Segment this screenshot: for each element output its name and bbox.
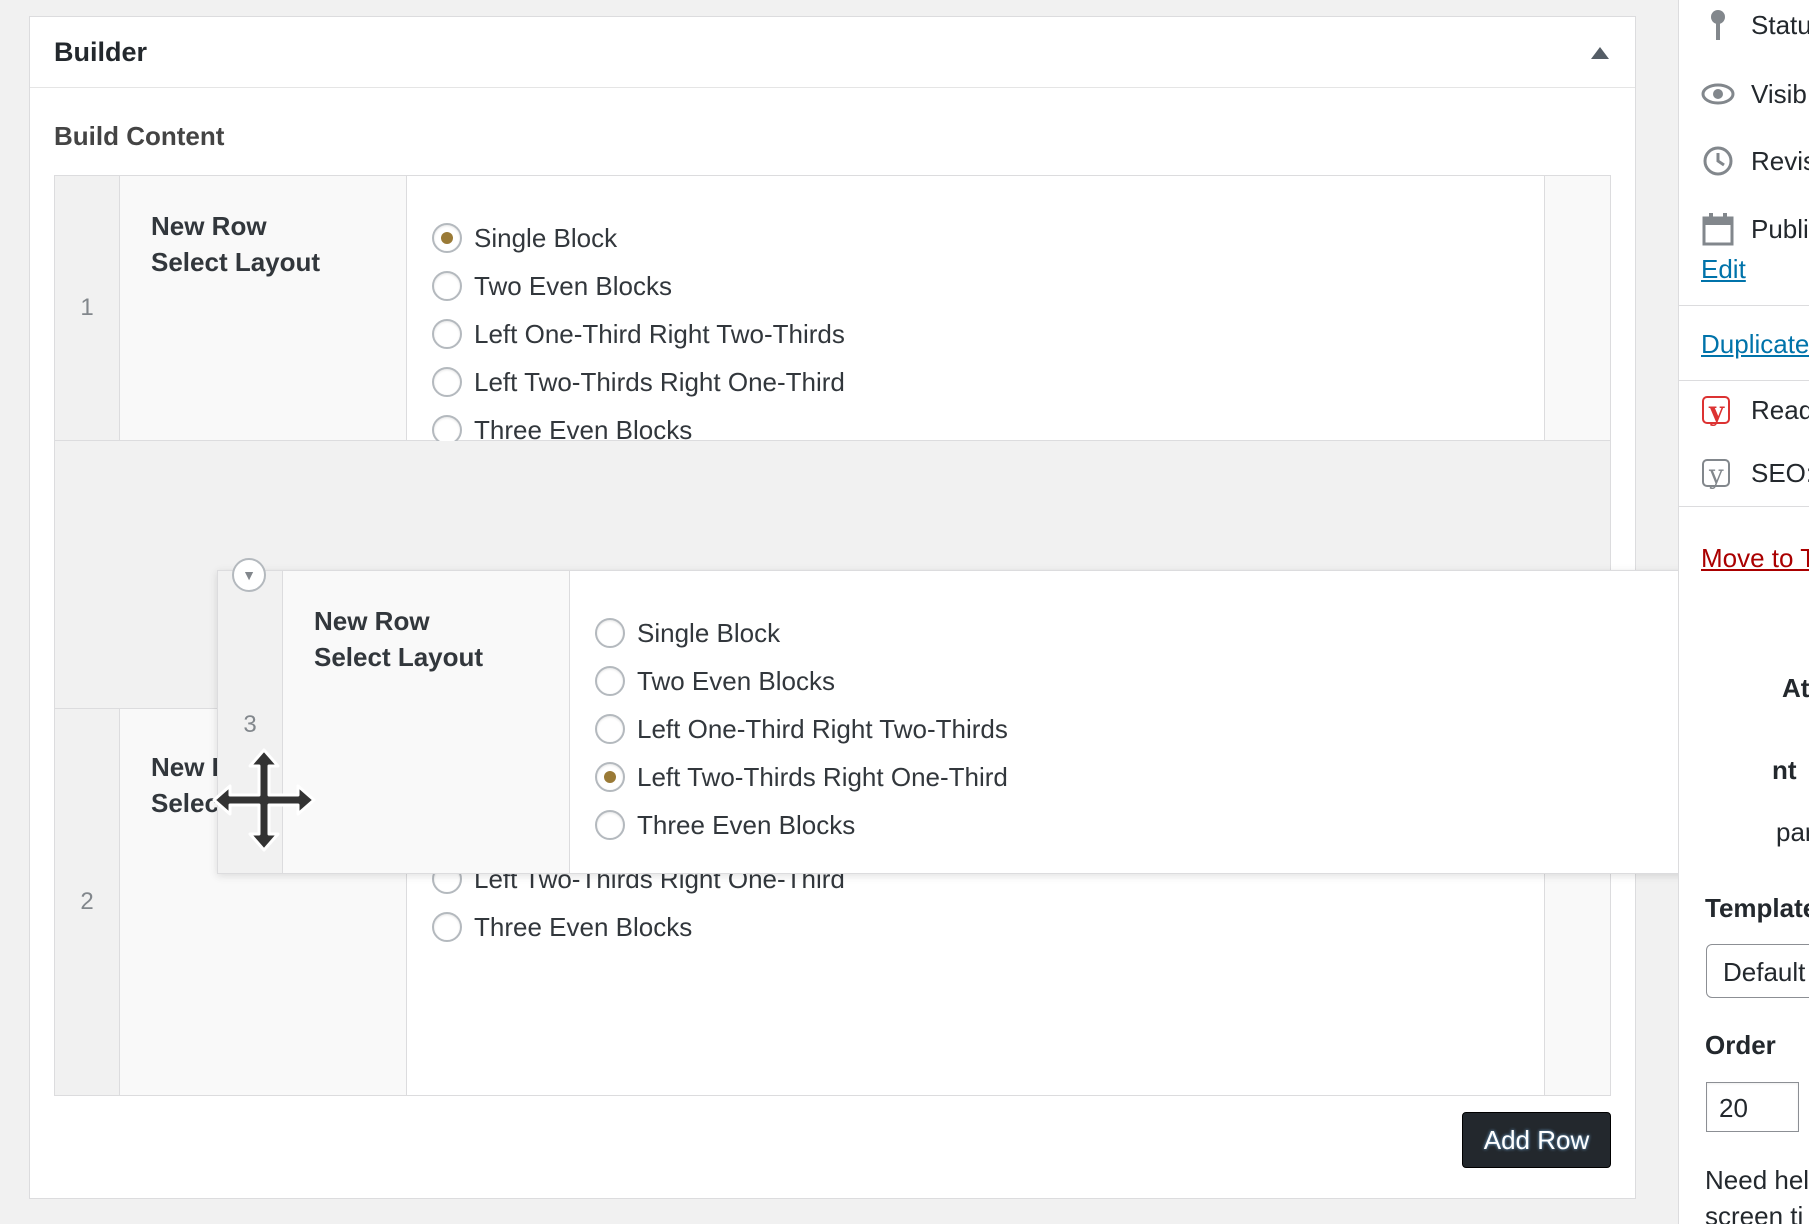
visibility-label: Visib	[1751, 78, 1807, 109]
move-to-trash-link[interactable]: Move to T	[1701, 543, 1809, 574]
radio-button[interactable]	[432, 271, 462, 301]
row-subtitle: Select Layout	[151, 247, 321, 277]
collapse-arrow-icon[interactable]	[1591, 47, 1609, 59]
layout-option[interactable]: Two Even Blocks	[432, 262, 1544, 310]
table-row: 1 New Row Select Layout Single Block Two …	[55, 176, 1610, 445]
radio-button[interactable]	[432, 223, 462, 253]
status-item: Statu	[1701, 8, 1809, 42]
layout-option[interactable]: Single Block	[432, 214, 1544, 262]
row-number[interactable]: 1	[55, 176, 120, 440]
attributes-heading: At	[1782, 673, 1809, 703]
divider	[1679, 305, 1809, 306]
dragged-row[interactable]: 3 New Row Select Layout Single Block Two …	[217, 558, 1773, 874]
template-select[interactable]: Default	[1706, 944, 1809, 998]
readability-item: y Reada	[1701, 393, 1809, 427]
collapse-row-icon[interactable]: ▼	[232, 558, 266, 592]
layout-option-label: Three Even Blocks	[474, 911, 693, 942]
layout-option-label: Two Even Blocks	[637, 665, 835, 696]
radio-button[interactable]	[432, 319, 462, 349]
divider	[1679, 380, 1809, 381]
eye-icon	[1701, 83, 1735, 105]
layout-option[interactable]: Three Even Blocks	[432, 903, 1544, 951]
layout-option[interactable]: Left Two-Thirds Right One-Third	[595, 753, 1706, 801]
revisions-item: Revis	[1701, 144, 1809, 178]
radio-button[interactable]	[595, 714, 625, 744]
readability-label: Reada	[1751, 394, 1809, 425]
status-label: Statu	[1751, 9, 1809, 40]
radio-button[interactable]	[432, 367, 462, 397]
order-input[interactable]: 20	[1706, 1082, 1799, 1132]
builder-title: Builder	[54, 37, 148, 67]
publish-item: Publi	[1701, 212, 1809, 246]
layout-option[interactable]: Single Block	[595, 609, 1706, 657]
layout-option-label: Left Two-Thirds Right One-Third	[637, 761, 1008, 792]
help-text: Need hel screen ti	[1705, 1162, 1809, 1224]
layout-option-label: Left Two-Thirds Right One-Third	[474, 366, 845, 397]
radio-button[interactable]	[595, 666, 625, 696]
yoast-gray-icon: y	[1702, 459, 1730, 490]
calendar-icon	[1702, 213, 1734, 246]
build-content-label: Build Content	[54, 121, 225, 151]
row-number[interactable]: 2	[55, 709, 120, 1095]
seo-item: y SEO:	[1701, 456, 1809, 490]
layout-option-label: Left One-Third Right Two-Thirds	[637, 713, 1008, 744]
parent-label: nt	[1772, 755, 1797, 785]
duplicate-link[interactable]: Duplicate	[1701, 329, 1809, 360]
visibility-item: Visib	[1701, 77, 1807, 111]
builder-header[interactable]: Builder	[30, 17, 1635, 88]
seo-label: SEO:	[1751, 457, 1809, 488]
layout-option[interactable]: Three Even Blocks	[595, 801, 1706, 849]
template-label: Template	[1705, 893, 1809, 923]
radio-button[interactable]	[595, 618, 625, 648]
order-label: Order	[1705, 1030, 1776, 1060]
layout-options: Single Block Two Even Blocks Left One-Thir…	[407, 176, 1544, 445]
layout-option[interactable]: Two Even Blocks	[595, 657, 1706, 705]
yoast-red-icon: y	[1702, 396, 1730, 427]
layout-option-label: Three Even Blocks	[637, 809, 856, 840]
layout-option-label: Single Block	[637, 617, 781, 648]
row-subtitle: Select Layout	[314, 642, 484, 672]
svg-text:y: y	[1708, 397, 1725, 427]
edit-date-link[interactable]: Edit	[1701, 254, 1746, 285]
help-text-line: Need hel	[1705, 1165, 1809, 1195]
radio-button[interactable]	[432, 912, 462, 942]
publish-label: Publi	[1751, 213, 1809, 244]
pin-icon	[1711, 10, 1725, 40]
add-row-button[interactable]: Add Row	[1462, 1112, 1611, 1168]
row-actions	[1544, 176, 1610, 440]
revisions-label: Revis	[1751, 145, 1809, 176]
layout-option[interactable]: Left One-Third Right Two-Thirds	[432, 310, 1544, 358]
row-title: New Row	[314, 606, 430, 636]
svg-text:y: y	[1708, 460, 1724, 490]
radio-button[interactable]	[595, 762, 625, 792]
row-label: New Row Select Layout	[120, 176, 407, 440]
layout-options: Single Block Two Even Blocks Left One-Thir…	[570, 571, 1706, 873]
radio-button[interactable]	[595, 810, 625, 840]
publish-sidebar: Statu Visib Revis Publi Edit Duplicate y…	[1678, 0, 1809, 1224]
row-title: New Row	[151, 211, 267, 241]
layout-option-label: Single Block	[474, 222, 618, 253]
parent-select[interactable]: par	[1776, 817, 1809, 848]
history-icon	[1703, 146, 1733, 176]
layout-option-label: Left One-Third Right Two-Thirds	[474, 318, 845, 349]
divider	[1679, 506, 1809, 507]
layout-option[interactable]: Left Two-Thirds Right One-Third	[432, 358, 1544, 406]
row-label: New Row Select Layout	[283, 571, 570, 873]
layout-option-label: Two Even Blocks	[474, 270, 672, 301]
layout-option[interactable]: Left One-Third Right Two-Thirds	[595, 705, 1706, 753]
help-text-line: screen ti	[1705, 1201, 1804, 1224]
row-number[interactable]: 3	[218, 571, 283, 873]
